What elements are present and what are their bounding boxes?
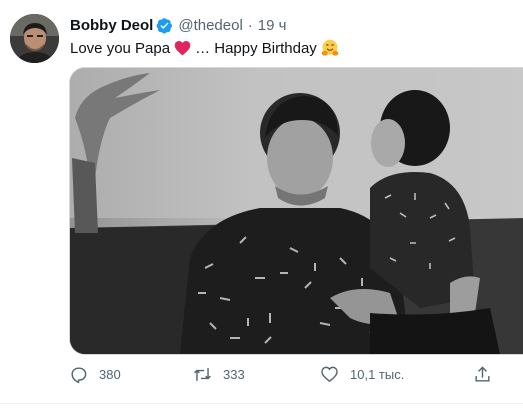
reply-icon [71, 366, 87, 384]
author-handle[interactable]: @thedeol [178, 17, 242, 34]
verified-badge-icon [156, 17, 173, 34]
tweet-text-part1: Love you Papa [70, 39, 171, 57]
tweet-card[interactable]: Bobby Deol @thedeol · 19 ч Love you Papa… [0, 0, 523, 412]
separator-dot: · [247, 16, 253, 34]
retweet-count: 333 [223, 366, 245, 382]
avatar[interactable] [10, 14, 59, 63]
hugging-face-emoji-icon [321, 39, 339, 56]
share-icon [475, 365, 490, 382]
like-button[interactable]: 10,1 тыс. [320, 362, 404, 386]
retweet-icon [194, 367, 211, 381]
reply-button[interactable]: 380 [69, 362, 121, 386]
retweet-button[interactable]: 333 [193, 362, 245, 386]
divider [0, 403, 523, 404]
tweet-photo[interactable] [69, 67, 523, 355]
share-button[interactable] [473, 362, 492, 386]
tweet-actions: 380 333 10,1 тыс. [69, 362, 509, 386]
tweet-timestamp[interactable]: 19 ч [258, 17, 287, 34]
tweet-text: Love you Papa … Happy Birthday [70, 38, 339, 58]
like-count: 10,1 тыс. [350, 366, 405, 382]
heart-icon [321, 366, 338, 382]
reply-count: 380 [99, 366, 121, 382]
tweet-header: Bobby Deol @thedeol · 19 ч [70, 15, 286, 35]
tweet-text-part2: … Happy Birthday [195, 39, 317, 57]
red-heart-emoji-icon [174, 41, 191, 56]
author-name[interactable]: Bobby Deol [70, 17, 153, 34]
